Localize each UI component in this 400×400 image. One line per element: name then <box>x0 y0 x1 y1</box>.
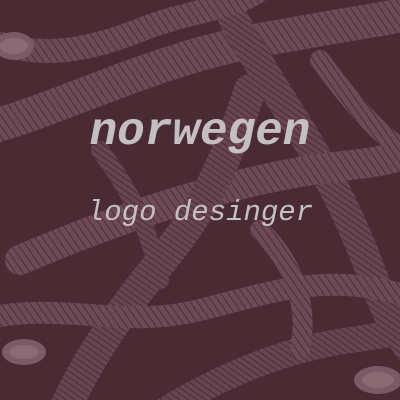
logo-canvas: norwegen logo desinger <box>0 0 400 400</box>
logo-title: norwegen <box>89 106 311 158</box>
logo-subtitle: logo desinger <box>86 196 314 229</box>
